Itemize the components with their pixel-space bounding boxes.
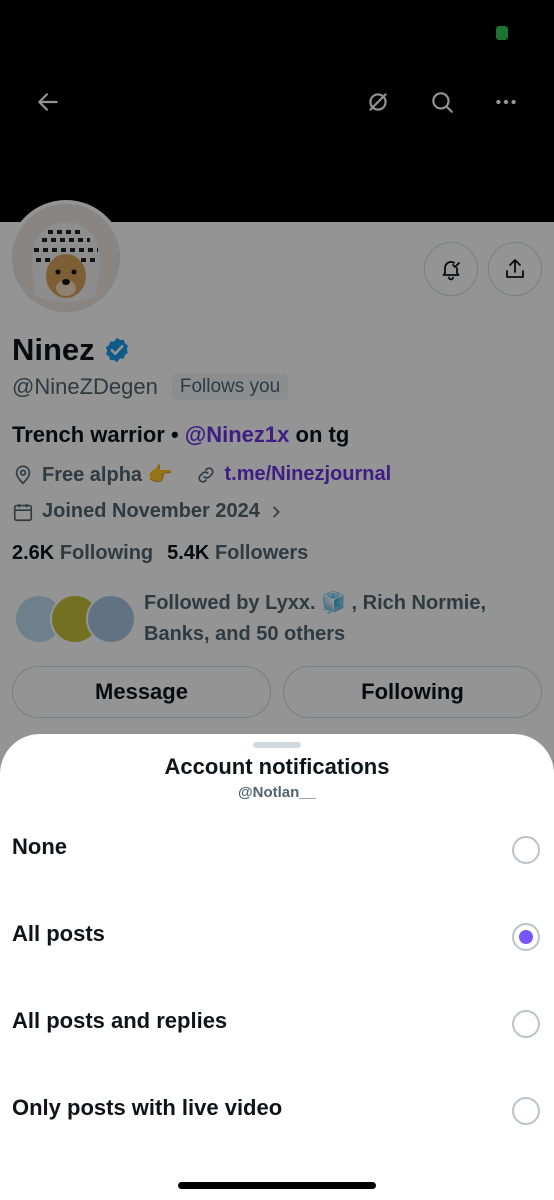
sheet-subtitle: @Notlan__ — [238, 784, 316, 801]
option-live-video[interactable]: Only posts with live video — [0, 1071, 554, 1151]
option-label: None — [12, 834, 67, 859]
account-notifications-sheet: Account notifications @Notlan__ None All… — [0, 734, 554, 1200]
option-label: All posts and replies — [12, 1008, 228, 1033]
sheet-title: Account notifications — [164, 754, 390, 779]
radio-button[interactable] — [512, 1010, 540, 1038]
radio-button[interactable] — [512, 836, 540, 864]
option-label: All posts — [12, 921, 105, 946]
radio-button[interactable] — [512, 1097, 540, 1125]
sheet-grabber[interactable] — [253, 742, 301, 748]
option-all-posts[interactable]: All posts — [0, 897, 554, 977]
option-none[interactable]: None — [0, 810, 554, 890]
option-label: Only posts with live video — [12, 1095, 283, 1120]
option-all-posts-and-replies[interactable]: All posts and replies — [0, 984, 554, 1064]
home-indicator — [178, 1182, 376, 1189]
radio-button-selected[interactable] — [512, 923, 540, 951]
